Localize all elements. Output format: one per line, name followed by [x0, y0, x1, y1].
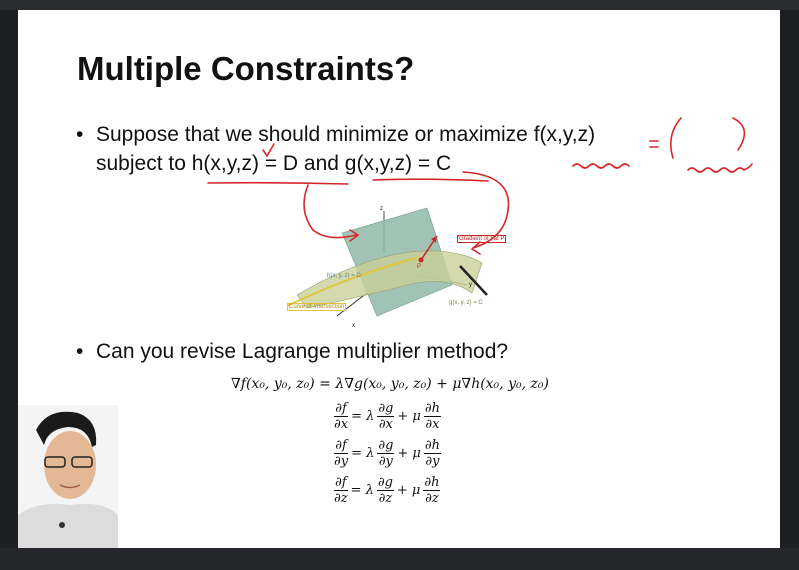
slide: Multiple Constraints? • Suppose that we s…	[18, 10, 780, 548]
open-paren	[670, 117, 682, 159]
squiggle-paren	[687, 163, 753, 173]
underline-h	[207, 181, 349, 185]
presenter-image	[18, 405, 118, 548]
arrow-to-surface-head	[470, 241, 481, 255]
close-paren	[732, 117, 746, 151]
squiggle-f	[572, 163, 630, 169]
check-mark	[262, 143, 275, 158]
top-bar	[0, 0, 799, 10]
underline-g	[372, 178, 489, 182]
presenter-webcam	[18, 405, 118, 548]
equals-mark	[649, 140, 659, 148]
bottom-bar	[0, 548, 799, 570]
arrow-to-surface	[462, 171, 510, 249]
pen-annotations	[207, 117, 753, 255]
arrow-to-plane	[303, 184, 357, 239]
